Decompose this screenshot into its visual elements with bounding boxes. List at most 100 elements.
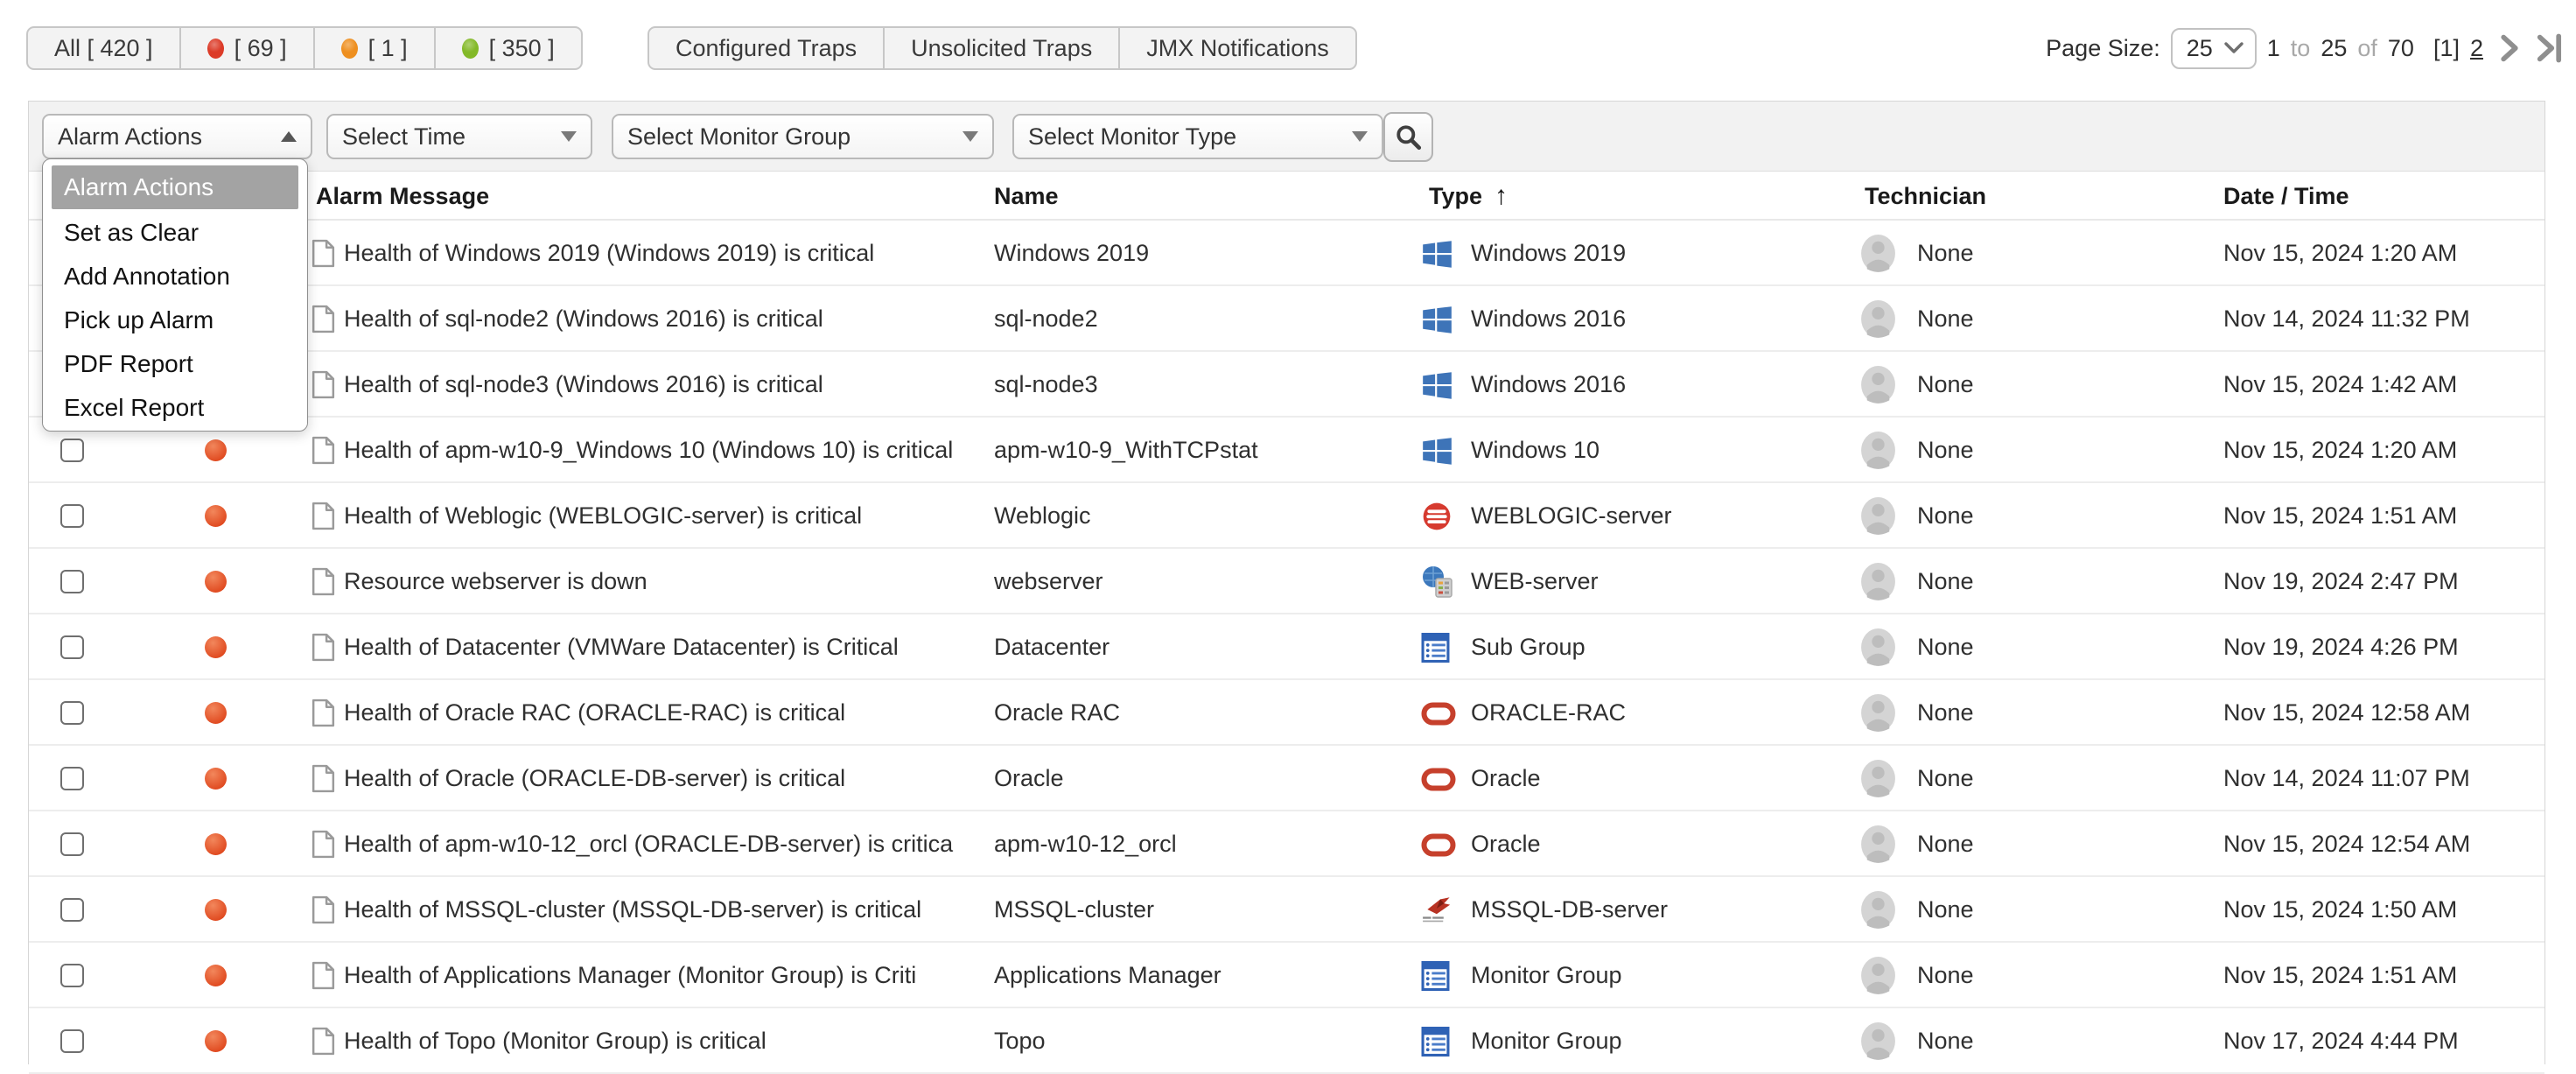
- severity-tab-3[interactable]: [ 350 ]: [434, 28, 581, 68]
- severity-tab-2[interactable]: [ 1 ]: [313, 28, 434, 68]
- row-checkbox[interactable]: [60, 898, 84, 922]
- monitor-name[interactable]: apm-w10-9_WithTCPstat: [994, 418, 1258, 483]
- monitor-name[interactable]: Oracle RAC: [994, 680, 1120, 746]
- trap-tab-1[interactable]: Unsolicited Traps: [883, 28, 1118, 68]
- select-time-dropdown[interactable]: Select Time: [326, 114, 592, 159]
- row-checkbox[interactable]: [60, 504, 84, 528]
- alarm-message[interactable]: Health of Oracle (ORACLE-DB-server) is c…: [344, 746, 845, 811]
- monitor-name[interactable]: sql-node3: [994, 352, 1098, 418]
- row-checkbox[interactable]: [60, 439, 84, 462]
- monitor-name[interactable]: webserver: [994, 549, 1103, 614]
- menu-item-add-annotation[interactable]: Add Annotation: [43, 255, 307, 298]
- alarm-message[interactable]: Health of sql-node2 (Windows 2016) is cr…: [344, 286, 823, 352]
- row-checkbox[interactable]: [60, 767, 84, 790]
- col-header-date-time[interactable]: Date / Time: [2223, 172, 2349, 221]
- alarm-document-icon: [312, 567, 335, 600]
- alarm-message[interactable]: Health of Applications Manager (Monitor …: [344, 943, 916, 1008]
- table-row[interactable]: Health of apm-w10-9_Windows 10 (Windows …: [29, 418, 2544, 483]
- page-size-select[interactable]: 25: [2171, 28, 2257, 69]
- monitor-type: WEB-server: [1471, 549, 1599, 614]
- search-button[interactable]: [1383, 112, 1433, 162]
- severity-dot-icon: [205, 439, 227, 461]
- technician-name: None: [1917, 746, 1974, 811]
- technician-name: None: [1917, 483, 1974, 549]
- technician-avatar: [1860, 890, 1896, 934]
- alarm-document-icon: [312, 961, 335, 994]
- table-row[interactable]: Health of Applications Manager (Monitor …: [29, 943, 2544, 1008]
- col-header-alarm-message[interactable]: Alarm Message: [316, 172, 489, 221]
- alarm-message[interactable]: Health of Oracle RAC (ORACLE-RAC) is cri…: [344, 680, 845, 746]
- alarm-message[interactable]: Health of MSSQL-cluster (MSSQL-DB-server…: [344, 877, 921, 943]
- alarm-actions-dropdown[interactable]: Alarm Actions: [42, 114, 312, 159]
- monitor-name[interactable]: MSSQL-cluster: [994, 877, 1154, 943]
- next-page-icon[interactable]: [2497, 33, 2522, 63]
- monitor-name[interactable]: Windows 2019: [994, 221, 1149, 286]
- table-row[interactable]: Health of Weblogic (WEBLOGIC-server) is …: [29, 483, 2544, 549]
- row-checkbox[interactable]: [60, 964, 84, 987]
- menu-item-excel-report[interactable]: Excel Report: [43, 386, 307, 430]
- monitor-name[interactable]: apm-w10-12_orcl: [994, 811, 1177, 877]
- row-checkbox[interactable]: [60, 635, 84, 659]
- alarm-document-icon: [312, 764, 335, 797]
- technician-avatar: [1860, 759, 1896, 803]
- alarm-message[interactable]: Health of Datacenter (VMWare Datacenter)…: [344, 614, 899, 680]
- monitor-name[interactable]: Datacenter: [994, 614, 1110, 680]
- alarm-datetime: Nov 14, 2024 11:32 PM: [2223, 286, 2470, 352]
- alarm-datetime: Nov 19, 2024 4:26 PM: [2223, 614, 2459, 680]
- table-row[interactable]: Health of sql-node2 (Windows 2016) is cr…: [29, 286, 2544, 352]
- alarm-message[interactable]: Health of sql-node3 (Windows 2016) is cr…: [344, 352, 823, 418]
- trap-tab-0[interactable]: Configured Traps: [649, 28, 883, 68]
- severity-tab-0[interactable]: All [ 420 ]: [28, 28, 179, 68]
- table-row[interactable]: Health of Oracle RAC (ORACLE-RAC) is cri…: [29, 680, 2544, 746]
- col-header-type[interactable]: Type↑: [1429, 172, 1508, 221]
- severity-dot-icon: [205, 768, 227, 790]
- row-checkbox[interactable]: [60, 1029, 84, 1053]
- col-header-technician[interactable]: Technician: [1865, 172, 1986, 221]
- table-row[interactable]: Health of Windows 2019 (Windows 2019) is…: [29, 221, 2544, 286]
- page-2-link[interactable]: 2: [2470, 35, 2483, 62]
- alarm-message[interactable]: Resource webserver is down: [344, 549, 648, 614]
- monitor-type: MSSQL-DB-server: [1471, 877, 1668, 943]
- monitor-name[interactable]: sql-node2: [994, 286, 1098, 352]
- windows-icon: [1421, 237, 1456, 270]
- severity-dot-icon: [205, 899, 227, 921]
- monitor-name[interactable]: Applications Manager: [994, 943, 1222, 1008]
- range-of-word: of: [2357, 35, 2377, 62]
- table-row[interactable]: Health of sql-node3 (Windows 2016) is cr…: [29, 352, 2544, 418]
- menu-item-pdf-report[interactable]: PDF Report: [43, 342, 307, 386]
- menu-item-set-as-clear[interactable]: Set as Clear: [43, 211, 307, 255]
- alarm-message[interactable]: Health of apm-w10-9_Windows 10 (Windows …: [344, 418, 953, 483]
- menu-item-alarm-actions[interactable]: Alarm Actions: [52, 165, 298, 209]
- select-monitor-type-dropdown[interactable]: Select Monitor Type: [1012, 114, 1383, 159]
- pagination: Page Size: 25 1 to 25 of 70 [1] 2: [2046, 26, 2564, 70]
- table-row[interactable]: Resource webserver is down webserver WEB…: [29, 549, 2544, 614]
- table-row[interactable]: Health of Datacenter (VMWare Datacenter)…: [29, 614, 2544, 680]
- col-header-name[interactable]: Name: [994, 172, 1059, 221]
- menu-item-pick-up-alarm[interactable]: Pick up Alarm: [43, 298, 307, 342]
- row-checkbox[interactable]: [60, 832, 84, 856]
- monitor-name[interactable]: Oracle: [994, 746, 1064, 811]
- alarm-datetime: Nov 15, 2024 1:42 AM: [2223, 352, 2457, 418]
- last-page-icon[interactable]: [2536, 33, 2564, 63]
- row-checkbox[interactable]: [60, 701, 84, 725]
- alarm-message[interactable]: Health of Weblogic (WEBLOGIC-server) is …: [344, 483, 862, 549]
- alarm-datetime: Nov 15, 2024 1:20 AM: [2223, 418, 2457, 483]
- alarm-message[interactable]: Health of Windows 2019 (Windows 2019) is…: [344, 221, 874, 286]
- trap-tab-2[interactable]: JMX Notifications: [1118, 28, 1355, 68]
- severity-tab-1[interactable]: [ 69 ]: [179, 28, 313, 68]
- monitor-name[interactable]: Weblogic: [994, 483, 1091, 549]
- chevron-down-icon: [2223, 41, 2244, 55]
- critical-dot-icon: [207, 39, 224, 59]
- severity-dot-icon: [205, 1030, 227, 1052]
- table-row[interactable]: Health of Oracle (ORACLE-DB-server) is c…: [29, 746, 2544, 811]
- row-checkbox[interactable]: [60, 570, 84, 593]
- monitor-type: Sub Group: [1471, 614, 1586, 680]
- alarm-datetime: Nov 15, 2024 12:54 AM: [2223, 811, 2470, 877]
- alarm-message[interactable]: Health of apm-w10-12_orcl (ORACLE-DB-ser…: [344, 811, 953, 877]
- table-row[interactable]: Health of apm-w10-12_orcl (ORACLE-DB-ser…: [29, 811, 2544, 877]
- alarm-document-icon: [312, 370, 335, 404]
- windows-icon: [1421, 369, 1456, 402]
- technician-name: None: [1917, 352, 1974, 418]
- select-monitor-group-dropdown[interactable]: Select Monitor Group: [612, 114, 994, 159]
- table-row[interactable]: Health of MSSQL-cluster (MSSQL-DB-server…: [29, 877, 2544, 943]
